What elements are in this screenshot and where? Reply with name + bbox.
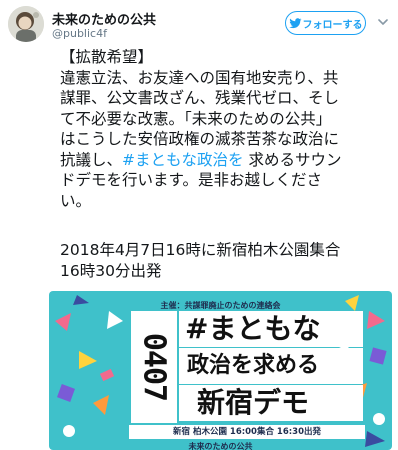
twitter-bird-icon xyxy=(288,17,302,28)
tweet-line: て不必要な改憲。「未来のための公共」 xyxy=(60,109,332,128)
poster-organizer: 主催：共謀罪廃止のための連絡会 xyxy=(160,301,281,310)
tweet-line: 謀罪、公文書改ざん、残業代ゼロ、そし xyxy=(60,89,340,107)
avatar[interactable] xyxy=(8,6,44,42)
tweet-line: 【拡散希望】 xyxy=(60,48,154,66)
event-datetime-line: 2018年4月7日16時に新宿柏木公園集合 xyxy=(60,241,341,259)
poster-footer: 未来のための公共 xyxy=(188,442,253,450)
author-name[interactable]: 未来のための公共 xyxy=(52,9,156,28)
tweet-line: 抗議し、#まともな政治を 求めるサウン xyxy=(60,150,390,171)
poster-headline: 新宿デモ xyxy=(179,385,363,421)
poster-date-text: 0407 xyxy=(136,332,172,402)
tweet-line: い。 xyxy=(60,191,92,210)
tweet-line: ドデモを行います。是非お越しくださ xyxy=(60,171,322,189)
poster-image[interactable]: 主催：共謀罪廃止のための連絡会 0407 #まともな 政治を求める 新宿デモ 新… xyxy=(49,291,392,450)
event-datetime-line: 16時30分出発 xyxy=(60,261,162,280)
poster-headline: 政治を求める xyxy=(179,348,363,384)
tweet-line: 違憲立法、お友達への国有地安売り、共 xyxy=(60,68,339,87)
poster-date: 0407 xyxy=(131,311,177,423)
tweet-line-part: 抗議し、 xyxy=(60,150,123,169)
tweet-text: 【拡散希望】 違憲立法、お友達への国有地安売り、共 謀罪、公文書改ざん、残業代ゼ… xyxy=(60,47,390,211)
hashtag-link[interactable]: #まともな政治を xyxy=(122,151,244,169)
follow-button[interactable]: フォローする xyxy=(285,11,366,35)
avatar-illustration xyxy=(8,6,44,42)
tweet-line-part: 求めるサウン xyxy=(243,150,342,169)
chevron-down-icon[interactable] xyxy=(375,14,391,30)
poster-headline: #まともな xyxy=(179,311,363,347)
follow-label: フォローする xyxy=(302,19,363,31)
tweet-line: はこうした安倍政権の滅茶苦茶な政治に xyxy=(60,130,340,148)
poster-venue: 新宿 柏木公園 16:00集合 16:30出発 xyxy=(129,425,365,439)
event-datetime: 2018年4月7日16時に新宿柏木公園集合 16時30分出発 xyxy=(60,240,390,281)
author-handle[interactable]: @public4f xyxy=(52,27,107,40)
